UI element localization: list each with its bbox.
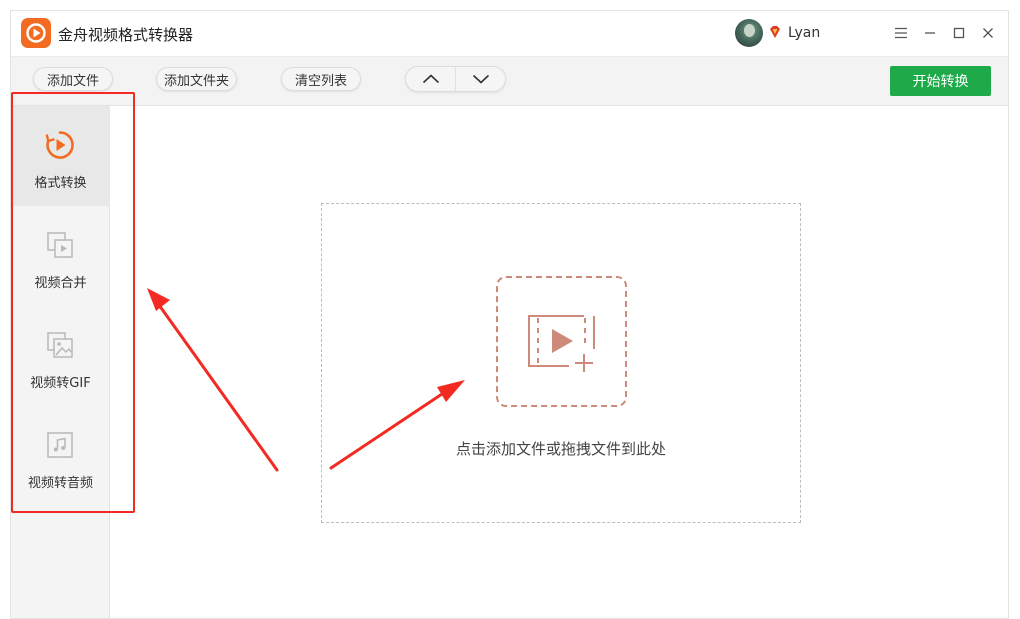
- username[interactable]: Lyan: [788, 25, 820, 41]
- add-file-button[interactable]: 添加文件: [33, 67, 113, 91]
- chevron-down-icon: [472, 74, 489, 84]
- sidebar: 格式转换 视频合并 视频转GIF 视频转音频: [11, 106, 110, 618]
- sidebar-item-video-to-audio[interactable]: 视频转音频: [11, 406, 110, 506]
- sidebar-item-label: 视频合并: [34, 276, 87, 291]
- video-to-audio-icon: [47, 432, 73, 458]
- app-window: 金舟视频格式转换器 Lyan 添加文件 添加文件夹 清空列表 开始转换 格式转换…: [10, 10, 1009, 619]
- video-merge-icon: [47, 232, 73, 258]
- toolbar: 添加文件 添加文件夹 清空列表 开始转换: [11, 57, 1008, 106]
- avatar[interactable]: [735, 19, 763, 47]
- add-video-button[interactable]: [496, 276, 627, 407]
- add-video-icon: [528, 315, 595, 372]
- sidebar-item-video-merge[interactable]: 视频合并: [11, 206, 110, 306]
- play-circle-logo-icon: [21, 18, 51, 48]
- app-title: 金舟视频格式转换器: [58, 26, 194, 44]
- sidebar-item-format-convert[interactable]: 格式转换: [11, 106, 110, 206]
- drop-zone[interactable]: 点击添加文件或拖拽文件到此处: [321, 203, 801, 523]
- minimize-icon[interactable]: [920, 23, 940, 43]
- format-convert-icon: [45, 131, 74, 159]
- clear-list-button[interactable]: 清空列表: [281, 67, 361, 91]
- vip-diamond-icon: [770, 26, 780, 38]
- menu-icon[interactable]: [891, 23, 911, 43]
- sidebar-item-label: 格式转换: [34, 176, 87, 191]
- close-icon[interactable]: [978, 23, 998, 43]
- move-up-button[interactable]: [406, 67, 455, 91]
- main-area: 点击添加文件或拖拽文件到此处: [111, 106, 1008, 618]
- drop-hint-text: 点击添加文件或拖拽文件到此处: [455, 440, 666, 458]
- sidebar-item-label: 视频转音频: [27, 476, 93, 491]
- move-down-button[interactable]: [455, 67, 505, 91]
- maximize-icon[interactable]: [949, 23, 969, 43]
- sidebar-item-label: 视频转GIF: [30, 376, 91, 391]
- chevron-up-icon: [422, 74, 439, 84]
- sidebar-item-video-to-gif[interactable]: 视频转GIF: [11, 306, 110, 406]
- title-bar: 金舟视频格式转换器 Lyan: [11, 11, 1008, 57]
- add-folder-button[interactable]: 添加文件夹: [156, 67, 237, 91]
- start-convert-button[interactable]: 开始转换: [890, 66, 991, 96]
- video-to-gif-icon: [47, 332, 73, 358]
- move-up-down-group: [405, 66, 506, 92]
